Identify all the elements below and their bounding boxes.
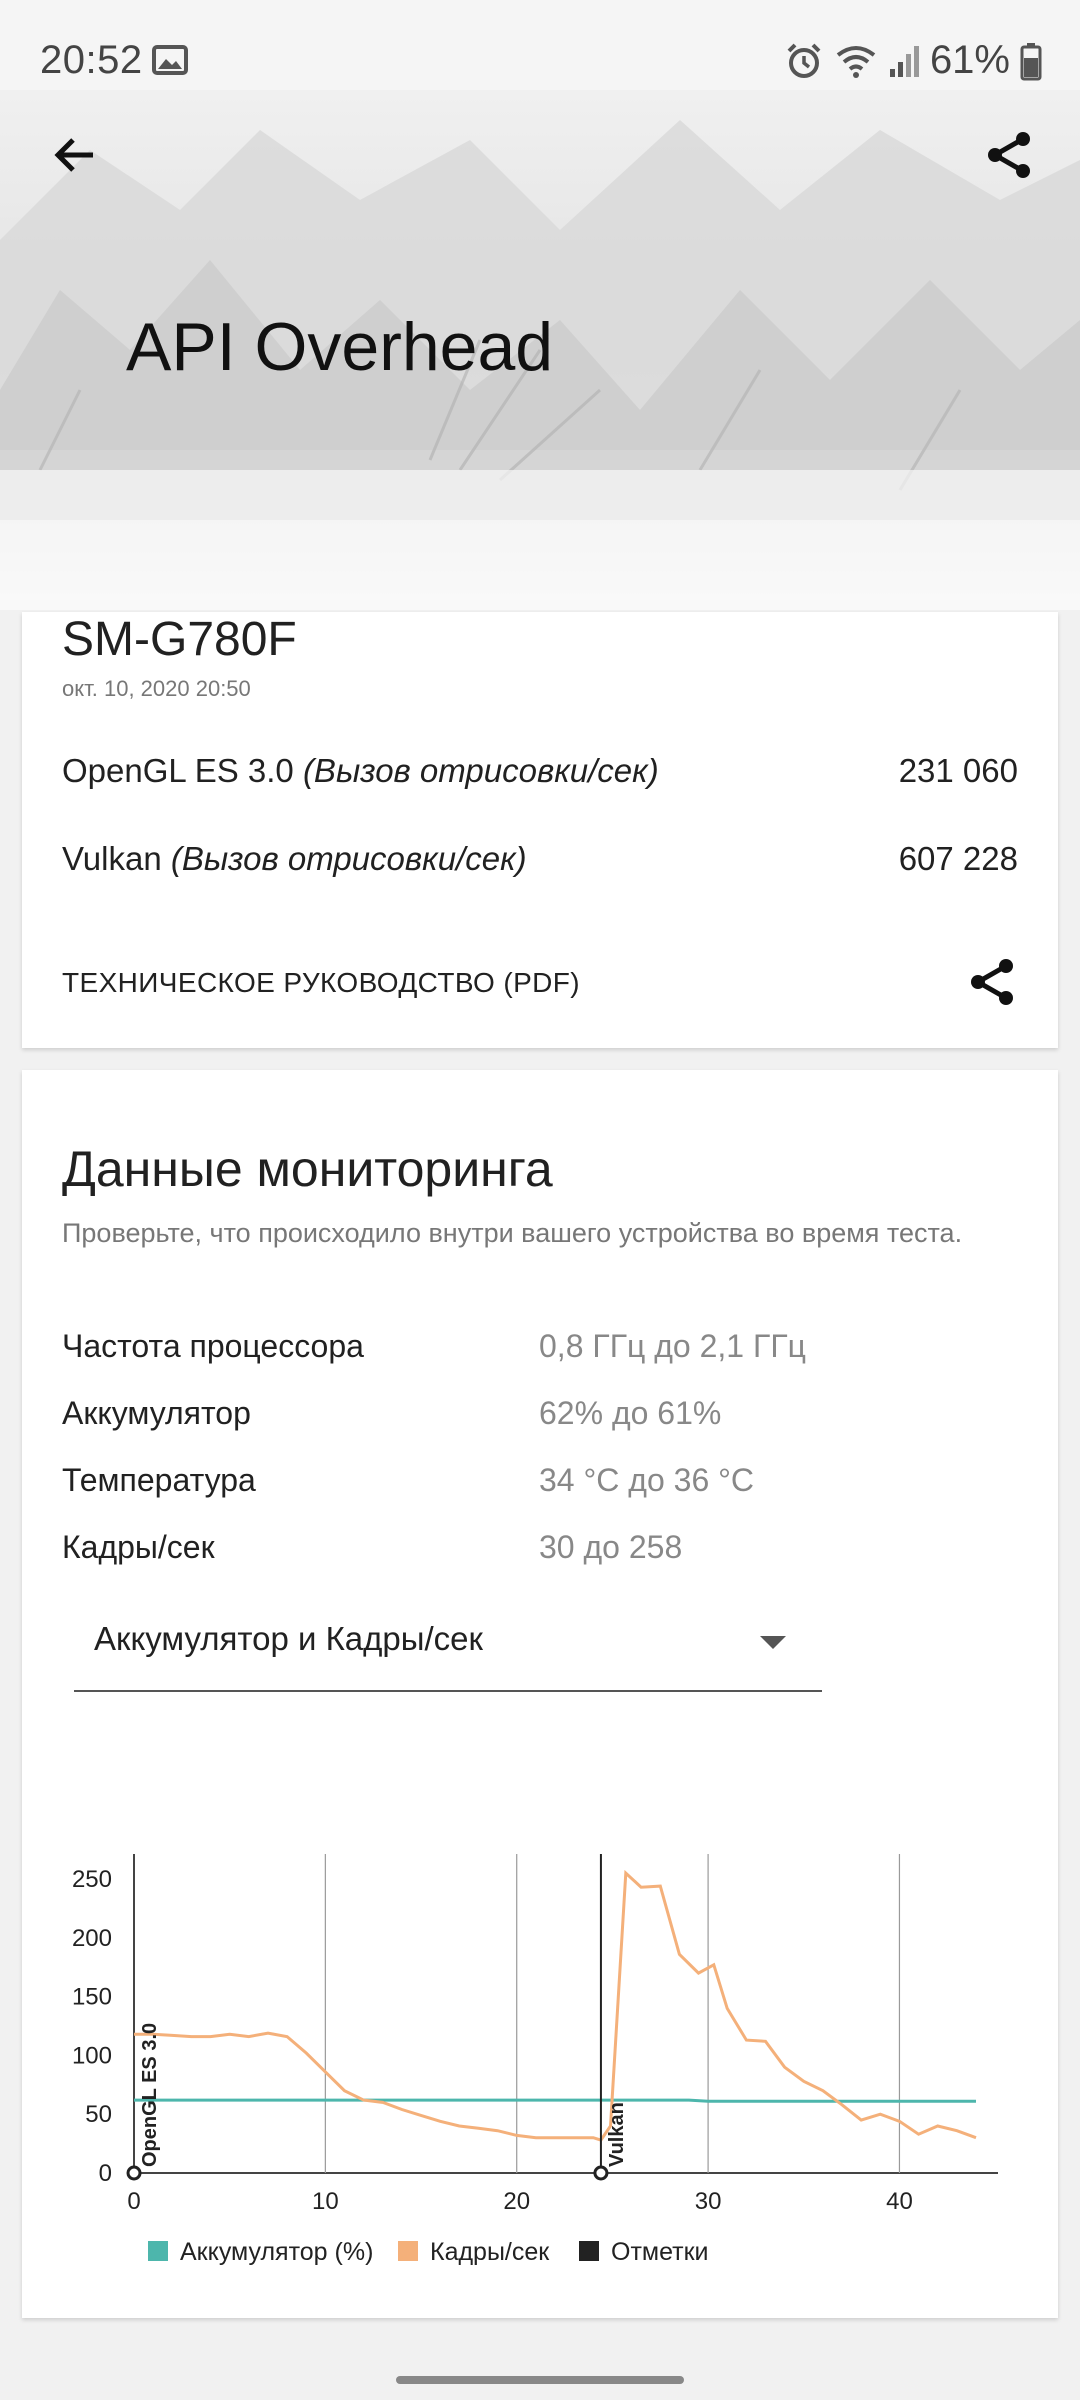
- device-name: SM-G780F: [62, 613, 297, 666]
- legend-label: Кадры/сек: [430, 2238, 550, 2266]
- x-tick-label: 20: [503, 2188, 530, 2215]
- share-button-header[interactable]: [974, 120, 1044, 190]
- monitoring-chart: 0 10 20 30 40 0 50 100 150 200 250 OpenGL ES 3.0 Vul…: [72, 1854, 998, 2266]
- wifi-icon: [836, 45, 876, 78]
- home-gesture-handle[interactable]: [396, 2376, 684, 2384]
- score-unit: (Вызов отрисовки/сек): [302, 752, 659, 789]
- share-tech-guide-button[interactable]: [962, 952, 1022, 1012]
- status-time: 20:52: [40, 38, 143, 82]
- result-card: SM-G780F окт. 10, 2020 20:50 OpenGL ES 3…: [22, 612, 1058, 1048]
- y-tick-label: 150: [72, 1984, 112, 2011]
- score-value: 231 060: [898, 752, 1018, 789]
- navigation-bar: [0, 2340, 1080, 2400]
- legend-label: Аккумулятор (%): [180, 2238, 373, 2266]
- battery-percent: 61%: [929, 38, 1010, 82]
- monitoring-card: Данные мониторинга Проверьте, что происх…: [22, 1070, 1058, 2318]
- y-tick-label: 50: [85, 2101, 112, 2128]
- status-icons: 61%: [784, 38, 1042, 83]
- battery-series-line: [134, 2098, 976, 2103]
- score-value: 607 228: [898, 840, 1018, 877]
- score-unit: (Вызов отрисовки/сек): [170, 840, 527, 877]
- x-tick-label: 10: [312, 2188, 339, 2215]
- legend-swatch: [398, 2241, 418, 2261]
- back-button[interactable]: [40, 120, 110, 190]
- score-row-vulkan: Vulkan (Вызов отрисовки/сек) 607 228: [62, 834, 1018, 884]
- x-tick-label: 0: [127, 2188, 140, 2215]
- x-tick-label: 30: [695, 2188, 722, 2215]
- score-api-name: Vulkan: [62, 840, 162, 877]
- image-icon: [152, 45, 188, 75]
- legend-label: Отметки: [611, 2238, 709, 2266]
- y-tick-label: 0: [99, 2160, 112, 2187]
- alarm-icon: [787, 43, 821, 78]
- signal-icon: [889, 45, 919, 77]
- x-tick-label: 40: [886, 2188, 913, 2215]
- marker-label: OpenGL ES 3.0: [139, 2023, 161, 2167]
- legend-swatch: [148, 2241, 168, 2261]
- y-tick-label: 200: [72, 1925, 112, 1952]
- header-banner: API Overhead: [0, 90, 1080, 610]
- test-date: окт. 10, 2020 20:50: [62, 676, 251, 701]
- marker-label: Vulkan: [606, 2102, 628, 2167]
- score-row-opengl: OpenGL ES 3.0 (Вызов отрисовки/сек) 231 …: [62, 746, 1018, 796]
- page-title: API Overhead: [126, 309, 554, 385]
- marker-point: [126, 2165, 142, 2181]
- battery-icon: [1020, 42, 1042, 80]
- score-api-name: OpenGL ES 3.0: [62, 752, 294, 789]
- legend-swatch: [579, 2241, 599, 2261]
- arrow-left-icon: [54, 138, 93, 172]
- y-tick-label: 250: [72, 1866, 112, 1893]
- tech-guide-link[interactable]: ТЕХНИЧЕСКОЕ РУКОВОДСТВО (PDF): [62, 967, 580, 999]
- marker-point: [593, 2165, 609, 2181]
- share-icon: [988, 132, 1030, 178]
- share-icon: [971, 959, 1013, 1005]
- y-tick-label: 100: [72, 2042, 112, 2069]
